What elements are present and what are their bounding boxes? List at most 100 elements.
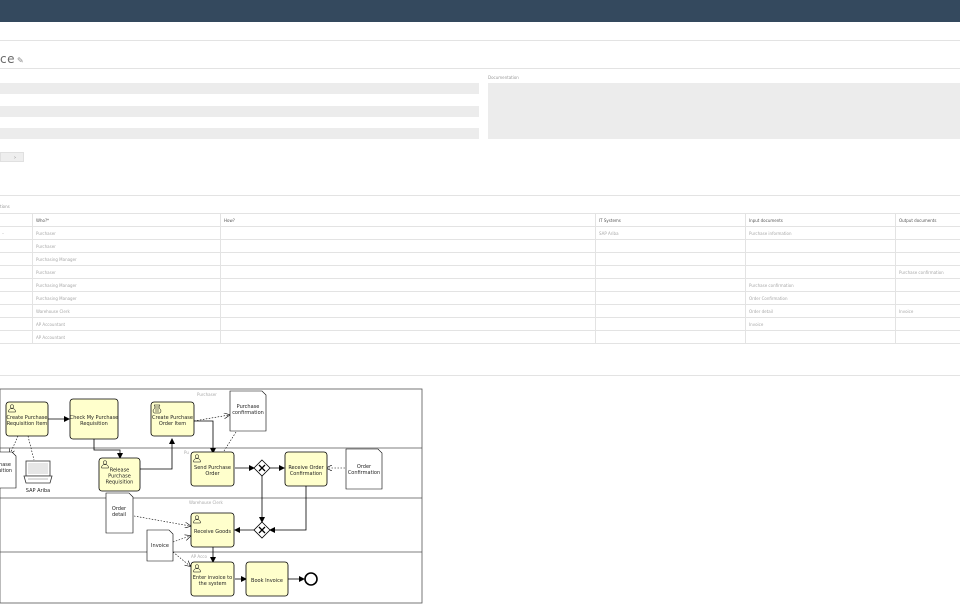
table-row[interactable]: – Purchaser SAP Ariba Purchase information bbox=[0, 226, 960, 240]
top-app-bar bbox=[0, 0, 960, 22]
divider bbox=[0, 40, 960, 41]
column-header-input-documents: Input documents bbox=[745, 213, 896, 227]
cell-input-documents: Order detail bbox=[745, 304, 896, 318]
cell-who: Purchaser bbox=[32, 226, 221, 240]
divider bbox=[0, 195, 960, 196]
cell-who: Purchasing Manager bbox=[32, 252, 221, 266]
task-create-purchase-order-item[interactable]: Create Purchase Order Item bbox=[150, 401, 195, 437]
cell-lead bbox=[0, 278, 33, 292]
table-row[interactable]: Purchasing Manager bbox=[0, 252, 960, 266]
cell-how bbox=[220, 317, 596, 331]
task-label: Enter invoice to the system bbox=[193, 575, 232, 587]
task-label: Release Purchase Requisition bbox=[106, 468, 134, 486]
divider bbox=[0, 68, 960, 69]
cell-how bbox=[220, 304, 596, 318]
column-header-output-documents: Output documents bbox=[895, 213, 960, 227]
lane-label-warehouse-clerk: Warehouse Clerk bbox=[189, 500, 224, 505]
cell-how bbox=[220, 330, 596, 344]
expand-button[interactable]: › bbox=[0, 152, 24, 162]
table-row[interactable]: Warehouse Clerk Order detail Invoice bbox=[0, 304, 960, 318]
cell-it-systems bbox=[595, 239, 746, 253]
cell-lead bbox=[0, 252, 33, 266]
cell-output-documents bbox=[895, 317, 960, 331]
name-field[interactable] bbox=[0, 83, 479, 94]
cell-output-documents bbox=[895, 330, 960, 344]
document-purchase-requisition[interactable]: haseuition bbox=[0, 451, 17, 489]
end-event-icon[interactable] bbox=[304, 572, 318, 586]
divider bbox=[0, 375, 960, 376]
cell-it-systems bbox=[595, 252, 746, 266]
system-label-sap-ariba: SAP Ariba bbox=[26, 488, 50, 494]
cell-lead bbox=[0, 291, 33, 305]
task-receive-goods[interactable]: Receive Goods bbox=[190, 512, 235, 548]
table-row[interactable]: AP Accountant Invoice bbox=[0, 317, 960, 331]
edit-pencil-icon[interactable]: ✎ bbox=[17, 56, 24, 65]
category-field[interactable] bbox=[0, 128, 479, 139]
page-title-text: ce bbox=[0, 52, 15, 66]
cell-lead bbox=[0, 317, 33, 331]
task-label: Create Purchase Requisition Item bbox=[7, 415, 48, 427]
cell-it-systems: SAP Ariba bbox=[595, 226, 746, 240]
document-label: Order detail bbox=[112, 506, 127, 518]
cell-lead bbox=[0, 304, 33, 318]
owner-field[interactable] bbox=[0, 106, 479, 117]
table-row[interactable]: Purchasing Manager Purchase confirmation bbox=[0, 278, 960, 292]
column-header-lead bbox=[0, 213, 33, 227]
document-order-detail[interactable]: Order detail bbox=[105, 492, 134, 534]
task-enter-invoice[interactable]: Enter invoice to the system bbox=[190, 561, 235, 597]
cell-how bbox=[220, 252, 596, 266]
cell-input-documents: Purchase confirmation bbox=[745, 278, 896, 292]
document-label: Invoice bbox=[151, 543, 169, 549]
cell-who: Purchaser bbox=[32, 239, 221, 253]
cell-input-documents: Purchase information bbox=[745, 226, 896, 240]
cell-output-documents bbox=[895, 291, 960, 305]
cell-input-documents bbox=[745, 265, 896, 279]
cell-it-systems bbox=[595, 304, 746, 318]
cell-output-documents bbox=[895, 252, 960, 266]
column-header-how: How? bbox=[220, 213, 596, 227]
cell-input-documents: Invoice bbox=[745, 317, 896, 331]
cell-lead bbox=[0, 265, 33, 279]
cell-it-systems bbox=[595, 330, 746, 344]
cell-who: Purchaser bbox=[32, 265, 221, 279]
task-book-invoice[interactable]: Book Invoice bbox=[245, 561, 289, 597]
task-label: Receive Goods bbox=[194, 529, 231, 535]
table-row[interactable]: Purchaser Purchase confirmation bbox=[0, 265, 960, 279]
bpmn-process-diagram: Purchaser Pu Warehouse Clerk AP Acco has… bbox=[0, 388, 423, 604]
cell-output-documents bbox=[895, 278, 960, 292]
table-caption: tions bbox=[0, 204, 10, 209]
cell-how bbox=[220, 278, 596, 292]
task-create-purchase-requisition-item[interactable]: Create Purchase Requisition Item bbox=[5, 401, 49, 437]
document-order-confirmation[interactable]: Order Confirmation bbox=[345, 448, 383, 490]
cell-who: Purchasing Manager bbox=[32, 291, 221, 305]
cell-how bbox=[220, 226, 596, 240]
table-header-row: Who?* How? IT Systems Input documents Ou… bbox=[0, 213, 960, 227]
task-check-my-purchase-requisition[interactable]: Check My Purchase Requisition bbox=[69, 398, 119, 440]
document-label: haseuition bbox=[0, 462, 12, 474]
cell-how bbox=[220, 265, 596, 279]
process-steps-table: Who?* How? IT Systems Input documents Ou… bbox=[0, 213, 960, 344]
task-release-purchase-requisition[interactable]: Release Purchase Requisition bbox=[98, 457, 141, 492]
documentation-textarea[interactable] bbox=[488, 83, 960, 139]
lane-label-ap-accountant: AP Acco bbox=[191, 554, 207, 559]
documentation-label: Documentation bbox=[488, 75, 519, 80]
document-purchase-confirmation[interactable]: Purchase confirmation bbox=[229, 390, 267, 432]
lane-label-purchaser: Purchaser bbox=[197, 392, 217, 397]
column-header-who: Who?* bbox=[32, 213, 221, 227]
cell-output-documents bbox=[895, 226, 960, 240]
cell-it-systems bbox=[595, 291, 746, 305]
cell-lead: – bbox=[0, 226, 33, 240]
table-row[interactable]: Purchaser bbox=[0, 239, 960, 253]
cell-it-systems bbox=[595, 278, 746, 292]
document-label: Purchase confirmation bbox=[232, 404, 264, 416]
column-header-it-systems: IT Systems bbox=[595, 213, 746, 227]
cell-input-documents bbox=[745, 330, 896, 344]
task-send-purchase-order[interactable]: Send Purchase Order bbox=[190, 451, 235, 487]
cell-output-documents bbox=[895, 239, 960, 253]
task-label: Receive Order Confirmation bbox=[288, 465, 324, 477]
table-row[interactable]: AP Accountant bbox=[0, 330, 960, 344]
cell-it-systems bbox=[595, 317, 746, 331]
document-invoice[interactable]: Invoice bbox=[146, 529, 174, 562]
task-receive-order-confirmation[interactable]: Receive Order Confirmation bbox=[284, 451, 328, 487]
table-row[interactable]: Purchasing Manager Order Confirmation bbox=[0, 291, 960, 305]
